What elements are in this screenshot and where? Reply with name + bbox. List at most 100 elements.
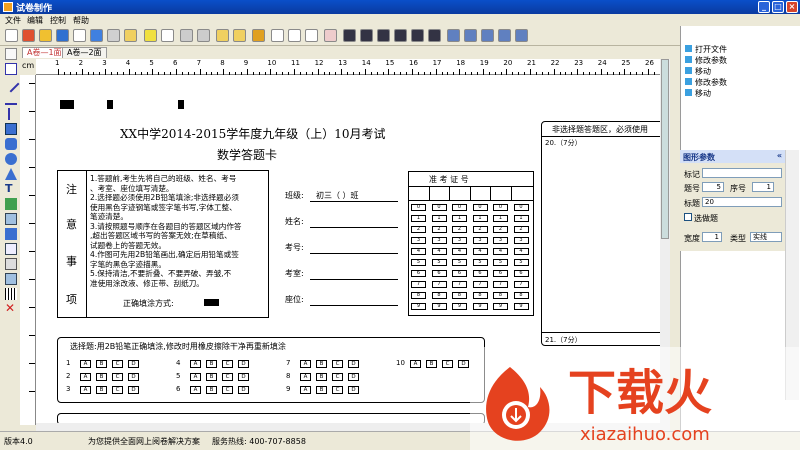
info-field-line[interactable] [310,253,398,254]
admission-digit-bubble[interactable]: 4 [493,248,508,255]
save-icon[interactable] [56,29,69,42]
admission-digit-bubble[interactable]: 2 [411,226,426,233]
history-item[interactable]: 移动 [685,88,711,99]
same-size-icon[interactable] [481,29,494,42]
admission-digit-bubble[interactable]: 8 [493,292,508,299]
admission-number-box[interactable]: 准 考 证 号 01234567890123456789012345678901… [408,171,534,316]
info-field-line[interactable] [310,227,398,228]
admission-digit-bubble[interactable]: 6 [411,270,426,277]
option-bubble[interactable]: D [238,373,249,381]
admission-digit-bubble[interactable]: 9 [431,303,447,310]
history-item[interactable]: 修改参数 [685,55,727,66]
admission-digit-bubble[interactable]: 9 [493,303,508,310]
admission-digit-bubble[interactable]: 4 [513,248,529,255]
folder-icon[interactable] [144,29,157,42]
option-bubble[interactable]: B [96,386,107,394]
option-bubble[interactable]: B [316,386,327,394]
menu-help[interactable]: 帮助 [73,15,89,26]
triangle-icon[interactable] [5,168,17,180]
zoom-fit-icon[interactable] [305,29,318,42]
collapse-icon[interactable]: « [777,151,782,160]
history-item[interactable]: 打开文件 [685,44,727,55]
option-bubble[interactable]: D [348,373,359,381]
option-bubble[interactable]: A [300,360,311,368]
option-bubble[interactable]: B [426,360,437,368]
pointer-icon[interactable] [5,48,17,60]
admission-digit-bubble[interactable]: 5 [513,259,529,266]
paste-icon[interactable] [233,29,246,42]
scroll-thumb[interactable] [661,59,669,239]
admission-digit-bubble[interactable]: 1 [513,215,529,222]
choice-answer-box[interactable]: 选择题:用2B铅笔正确填涂,修改时用橡皮擦除干净再重新填涂 1ABCD4ABCD… [57,337,485,403]
info-field-line[interactable] [310,201,398,202]
cut-icon[interactable] [216,29,229,42]
admission-digit-bubble[interactable]: 0 [493,204,508,211]
admission-digit-bubble[interactable]: 8 [431,292,447,299]
duplicate-icon[interactable] [197,29,210,42]
open-folder-icon[interactable] [39,29,52,42]
admission-digit-bubble[interactable]: 8 [472,292,488,299]
title-input[interactable]: 20 [702,197,782,207]
option-bubble[interactable]: A [190,373,201,381]
delete-shape-icon[interactable]: ✕ [5,302,17,315]
print-icon[interactable] [107,29,120,42]
admission-digit-bubble[interactable]: 0 [431,204,447,211]
option-bubble[interactable]: A [80,386,91,394]
info-field-line[interactable] [310,305,398,306]
option-bubble[interactable]: C [112,373,123,381]
admission-digit-bubble[interactable]: 1 [431,215,447,222]
menu-edit[interactable]: 编辑 [27,15,43,26]
option-bubble[interactable]: B [206,360,217,368]
text-icon[interactable]: T [5,183,17,195]
option-bubble[interactable]: A [410,360,421,368]
select-rect-icon[interactable] [5,63,17,75]
align-center-icon[interactable] [360,29,373,42]
admission-digit-bubble[interactable]: 0 [513,204,529,211]
option-bubble[interactable]: C [112,360,123,368]
notice-box[interactable]: 注 意 事 项 1.答题前,考生先将自己的班级、姓名、考号 、考室、座位填写清楚… [57,170,269,318]
option-bubble[interactable]: A [190,360,201,368]
option-bubble[interactable]: D [128,360,139,368]
maximize-button[interactable]: □ [772,1,784,13]
option-bubble[interactable]: B [206,386,217,394]
align-top-icon[interactable] [394,29,407,42]
option-bubble[interactable]: B [96,373,107,381]
option-bubble[interactable]: C [222,360,233,368]
admission-digit-bubble[interactable]: 7 [472,281,488,288]
option-bubble[interactable]: D [238,360,249,368]
admission-digit-bubble[interactable]: 3 [452,237,467,244]
option-bubble[interactable]: D [458,360,469,368]
admission-digit-bubble[interactable]: 9 [472,303,488,310]
admission-digit-bubble[interactable]: 3 [431,237,447,244]
option-bubble[interactable]: D [238,386,249,394]
new-icon[interactable] [5,29,18,42]
optional-checkbox[interactable] [684,213,692,221]
option-bubble[interactable]: C [332,360,343,368]
same-height-icon[interactable] [464,29,477,42]
admission-digit-bubble[interactable]: 1 [472,215,488,222]
option-bubble[interactable]: C [112,386,123,394]
undo-icon[interactable] [22,29,35,42]
option-bubble[interactable]: D [128,373,139,381]
image-icon[interactable] [90,29,103,42]
admission-digit-bubble[interactable]: 9 [452,303,467,310]
option-bubble[interactable]: B [206,373,217,381]
admission-digit-bubble[interactable]: 9 [513,303,529,310]
zoom-out-icon[interactable] [288,29,301,42]
tab-a-side-1[interactable]: A卷—1面 [22,47,67,58]
admission-digit-bubble[interactable]: 5 [472,259,488,266]
minimize-button[interactable]: _ [758,1,770,13]
admission-digit-bubble[interactable]: 9 [411,303,426,310]
page-icon[interactable] [73,29,86,42]
admission-digit-bubble[interactable]: 3 [513,237,529,244]
subjective-answer-box[interactable]: 非选择题答题区，必须使用 20.（7分） 21.（7分） [541,121,660,346]
align-left-icon[interactable] [343,29,356,42]
option-bubble[interactable]: A [190,386,201,394]
pencil-icon[interactable] [252,29,265,42]
delete-icon[interactable] [324,29,337,42]
subjective-block-icon[interactable] [5,243,17,255]
option-bubble[interactable]: B [316,360,327,368]
admission-digit-bubble[interactable]: 3 [411,237,426,244]
admission-digit-bubble[interactable]: 3 [472,237,488,244]
option-bubble[interactable]: D [348,360,359,368]
